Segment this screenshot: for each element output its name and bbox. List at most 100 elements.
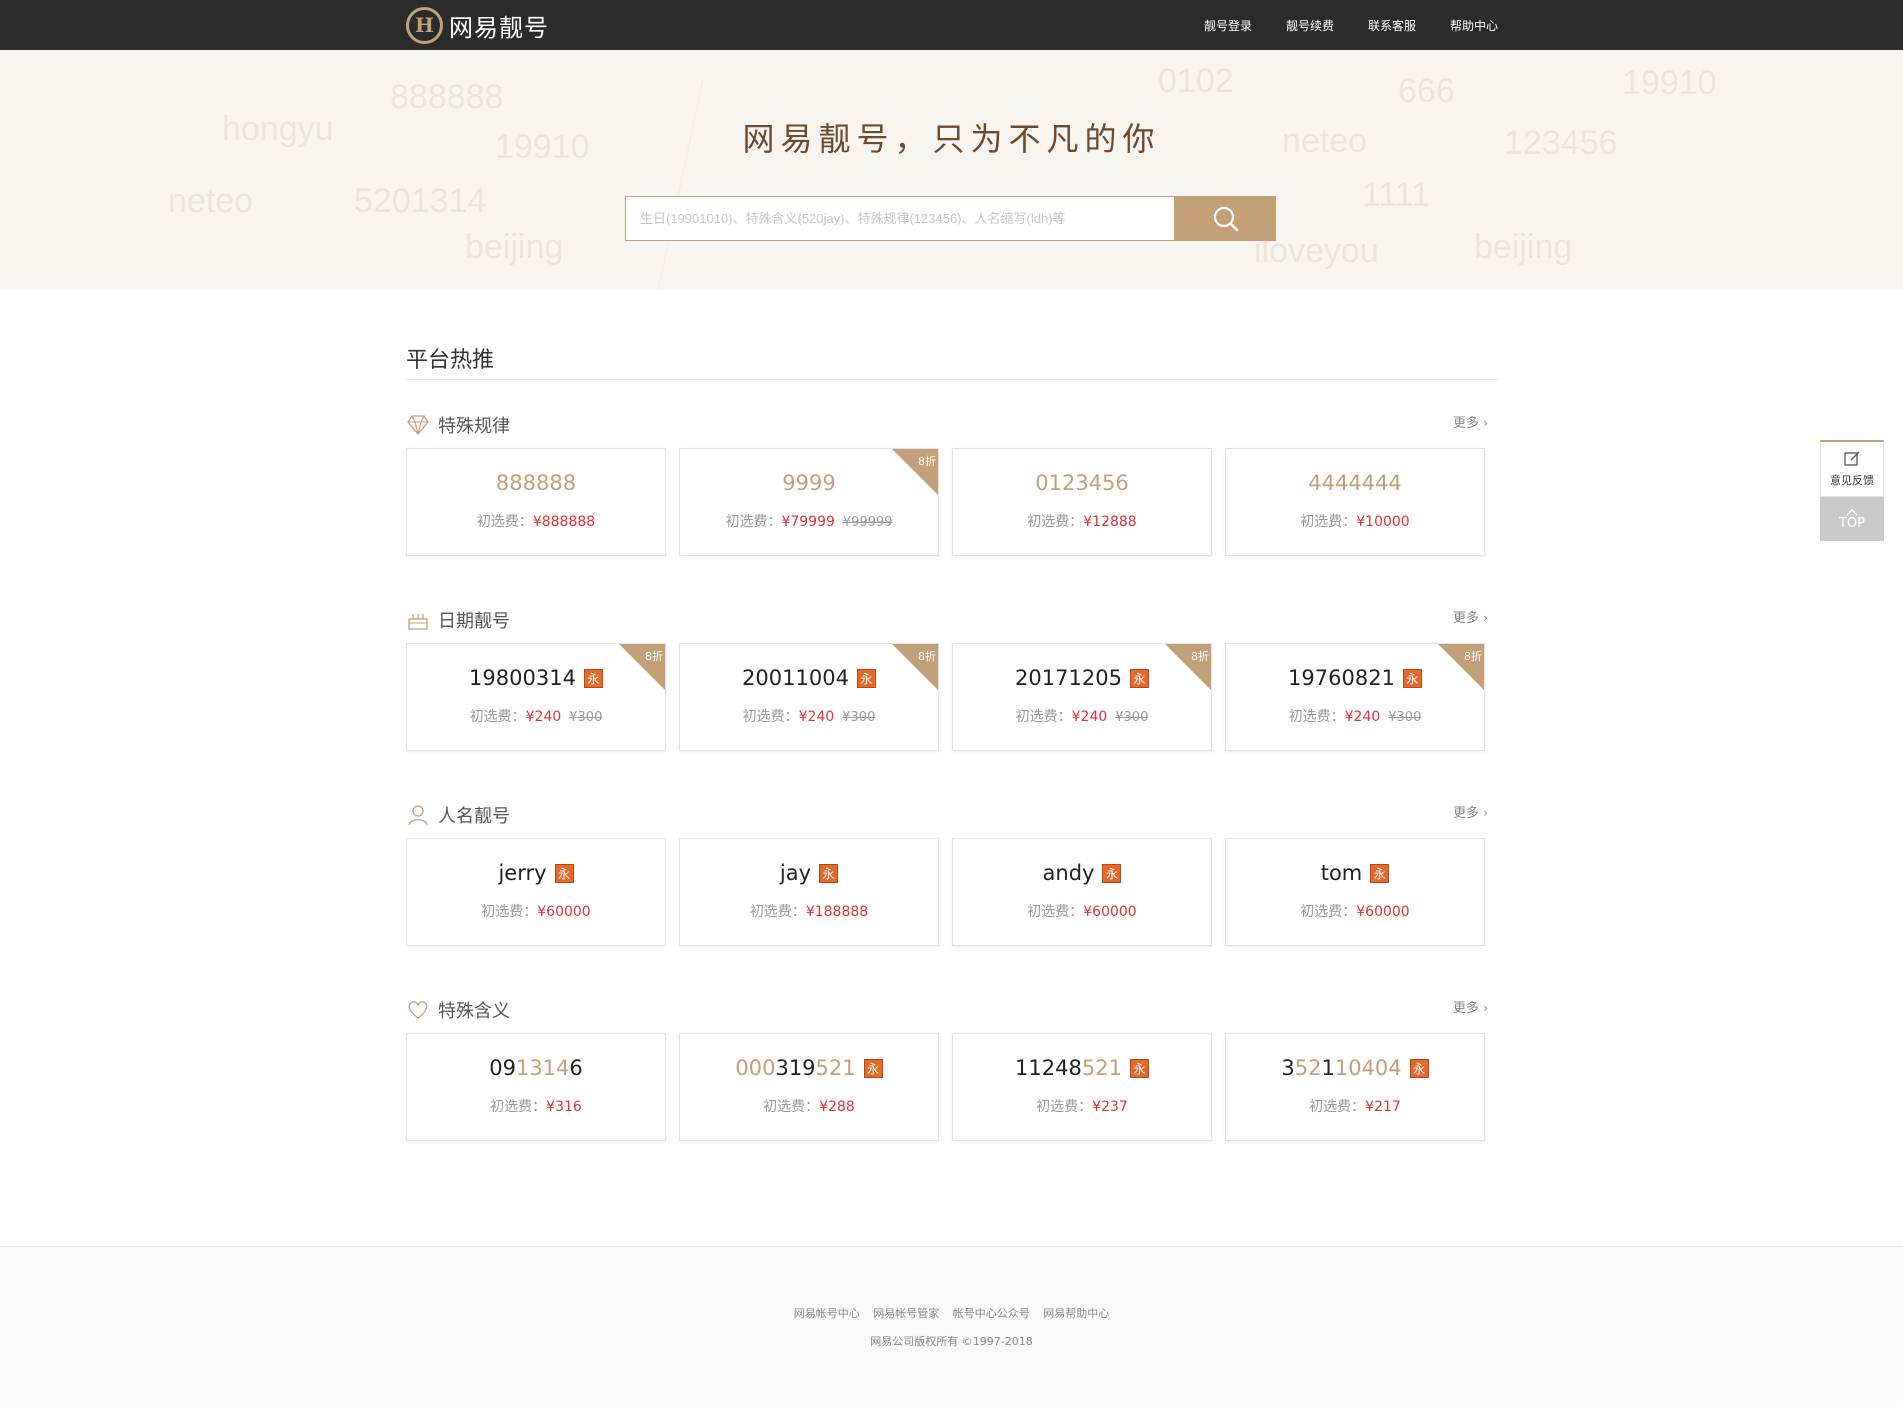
number-card[interactable]: jay 永初选费：¥188888	[679, 838, 939, 946]
number-value: 0123456	[1035, 471, 1129, 495]
section-divider	[406, 379, 1498, 380]
fee-label: 初选费：	[490, 1099, 547, 1115]
footer-link[interactable]: 帐号中心公众号	[953, 1307, 1030, 1320]
more-link[interactable]: 更多 ›	[1453, 802, 1488, 821]
search-button[interactable]	[1175, 196, 1276, 241]
price-line: 初选费：¥240 ¥300	[1226, 706, 1484, 726]
number-value: 19800314	[469, 666, 576, 690]
price-line: 初选费：¥237	[953, 1096, 1211, 1116]
logo-text: 网易靓号	[449, 13, 549, 42]
footer-link[interactable]: 网易帮助中心	[1043, 1307, 1109, 1320]
more-link[interactable]: 更多 ›	[1453, 997, 1488, 1016]
number-text: tom 永	[1226, 861, 1484, 885]
number-card[interactable]: 11248 521 永初选费：¥237	[952, 1033, 1212, 1141]
number-text: 4444444	[1226, 471, 1484, 495]
more-label: 更多	[1453, 611, 1480, 626]
number-card[interactable]: 3 52 1 10404 永初选费：¥217	[1225, 1033, 1485, 1141]
chevron-right-icon: ›	[1483, 416, 1488, 430]
fee-value: ¥60000	[1356, 904, 1410, 920]
more-link[interactable]: 更多 ›	[1453, 607, 1488, 626]
permanent-badge: 永	[554, 863, 574, 883]
price-line: 初选费：¥240 ¥300	[953, 706, 1211, 726]
number-value: 20011004	[742, 666, 849, 690]
top-label: TOP	[1838, 515, 1865, 531]
edit-icon	[1844, 451, 1860, 466]
fee-value: ¥237	[1092, 1099, 1128, 1115]
search-input[interactable]	[625, 196, 1175, 241]
feedback-button[interactable]: 意见反馈	[1820, 440, 1884, 497]
number-card[interactable]: 09 1314 6 初选费：¥316	[406, 1033, 666, 1141]
nav-login[interactable]: 靓号登录	[1204, 17, 1252, 34]
fee-label: 初选费：	[476, 514, 533, 530]
banner-bg-word: 666	[1398, 72, 1455, 110]
category-name: 人名靓号	[438, 806, 510, 827]
category-name: 特殊含义	[438, 1001, 510, 1022]
number-card[interactable]: 19800314 永初选费：¥240 ¥300 8折	[406, 643, 666, 751]
chevron-right-icon: ›	[1483, 1001, 1488, 1015]
nav-support[interactable]: 联系客服	[1368, 17, 1416, 34]
number-text: andy 永	[953, 861, 1211, 885]
discount-label: 8折	[645, 650, 663, 663]
number-card[interactable]: 000 319 521 永初选费：¥288	[679, 1033, 939, 1141]
nav-help[interactable]: 帮助中心	[1450, 17, 1498, 34]
number-card[interactable]: 9999 初选费：¥79999 ¥99999 8折	[679, 448, 939, 556]
logo[interactable]: H 网易靓号	[406, 6, 549, 44]
permanent-badge: 永	[1402, 668, 1422, 688]
category-header: 人名靓号	[406, 802, 510, 828]
number-segment: 1	[1321, 1056, 1335, 1080]
fee-value: ¥12888	[1083, 514, 1137, 530]
banner-bg-word: 5201314	[354, 182, 487, 220]
fee-label: 初选费：	[481, 904, 538, 920]
number-card[interactable]: 20171205 永初选费：¥240 ¥300 8折	[952, 643, 1212, 751]
more-link[interactable]: 更多 ›	[1453, 412, 1488, 431]
number-segment: 3	[1281, 1056, 1295, 1080]
cake-icon	[406, 608, 430, 632]
number-card[interactable]: andy 永初选费：¥60000	[952, 838, 1212, 946]
fee-value: ¥79999	[781, 514, 835, 530]
number-text: 11248 521 永	[953, 1056, 1211, 1080]
fee-label: 初选费：	[1288, 709, 1345, 725]
footer-link[interactable]: 网易帐号中心	[794, 1307, 860, 1320]
number-value: 9999	[782, 471, 836, 495]
banner-decoration	[657, 80, 823, 290]
category-section: 人名靓号 更多 › jerry 永初选费：¥60000 jay 永初选费：¥188888 a…	[406, 802, 1498, 997]
nav-renew[interactable]: 靓号续费	[1286, 17, 1334, 34]
permanent-badge: 永	[1129, 668, 1149, 688]
price-line: 初选费：¥240 ¥300	[680, 706, 938, 726]
number-text: 09 1314 6	[407, 1056, 665, 1080]
number-card[interactable]: 19760821 永初选费：¥240 ¥300 8折	[1225, 643, 1485, 751]
number-value: tom	[1320, 861, 1363, 885]
copyright: 网易公司版权所有 ©1997-2018	[870, 1335, 1033, 1348]
number-segment: 52	[1294, 1056, 1322, 1080]
back-to-top-button[interactable]: TOP	[1820, 497, 1884, 541]
number-card[interactable]: 20011004 永初选费：¥240 ¥300 8折	[679, 643, 939, 751]
discount-label: 8折	[1464, 650, 1482, 663]
number-value: 4444444	[1308, 471, 1402, 495]
original-price: ¥300	[1115, 710, 1149, 725]
chevron-up-icon	[1846, 508, 1858, 515]
fee-value: ¥240	[1344, 709, 1381, 725]
fee-label: 初选费：	[725, 514, 782, 530]
category-section: 特殊含义 更多 › 09 1314 6 初选费：¥316 000 319 521 永初选费：¥28…	[406, 997, 1498, 1192]
price-line: 初选费：¥10000	[1226, 511, 1484, 531]
price-line: 初选费：¥79999 ¥99999	[680, 511, 938, 531]
price-line: 初选费：¥12888	[953, 511, 1211, 531]
footer-link[interactable]: 网易帐号管家	[873, 1307, 939, 1320]
number-card[interactable]: tom 永初选费：¥60000	[1225, 838, 1485, 946]
number-text: 0123456	[953, 471, 1211, 495]
number-card[interactable]: 0123456 初选费：¥12888	[952, 448, 1212, 556]
number-text: 3 52 1 10404 永	[1226, 1056, 1484, 1080]
price-line: 初选费：¥60000	[1226, 901, 1484, 921]
discount-label: 8折	[918, 455, 936, 468]
footer: 网易帐号中心 网易帐号管家 帐号中心公众号 网易帮助中心 网易公司版权所有 ©1…	[0, 1246, 1903, 1407]
number-card[interactable]: jerry 永初选费：¥60000	[406, 838, 666, 946]
footer-links: 网易帐号中心 网易帐号管家 帐号中心公众号 网易帮助中心	[0, 1305, 1903, 1321]
original-price: ¥300	[1388, 710, 1422, 725]
number-segment: 09	[489, 1056, 516, 1080]
search-icon	[1213, 206, 1238, 231]
banner-bg-word: 0102	[1158, 62, 1234, 100]
number-card[interactable]: 4444444 初选费：¥10000	[1225, 448, 1485, 556]
category-name: 日期靓号	[438, 611, 510, 632]
number-card[interactable]: 888888 初选费：¥888888	[406, 448, 666, 556]
card-list: 09 1314 6 初选费：¥316 000 319 521 永初选费：¥288 11248 52…	[406, 1033, 1485, 1141]
